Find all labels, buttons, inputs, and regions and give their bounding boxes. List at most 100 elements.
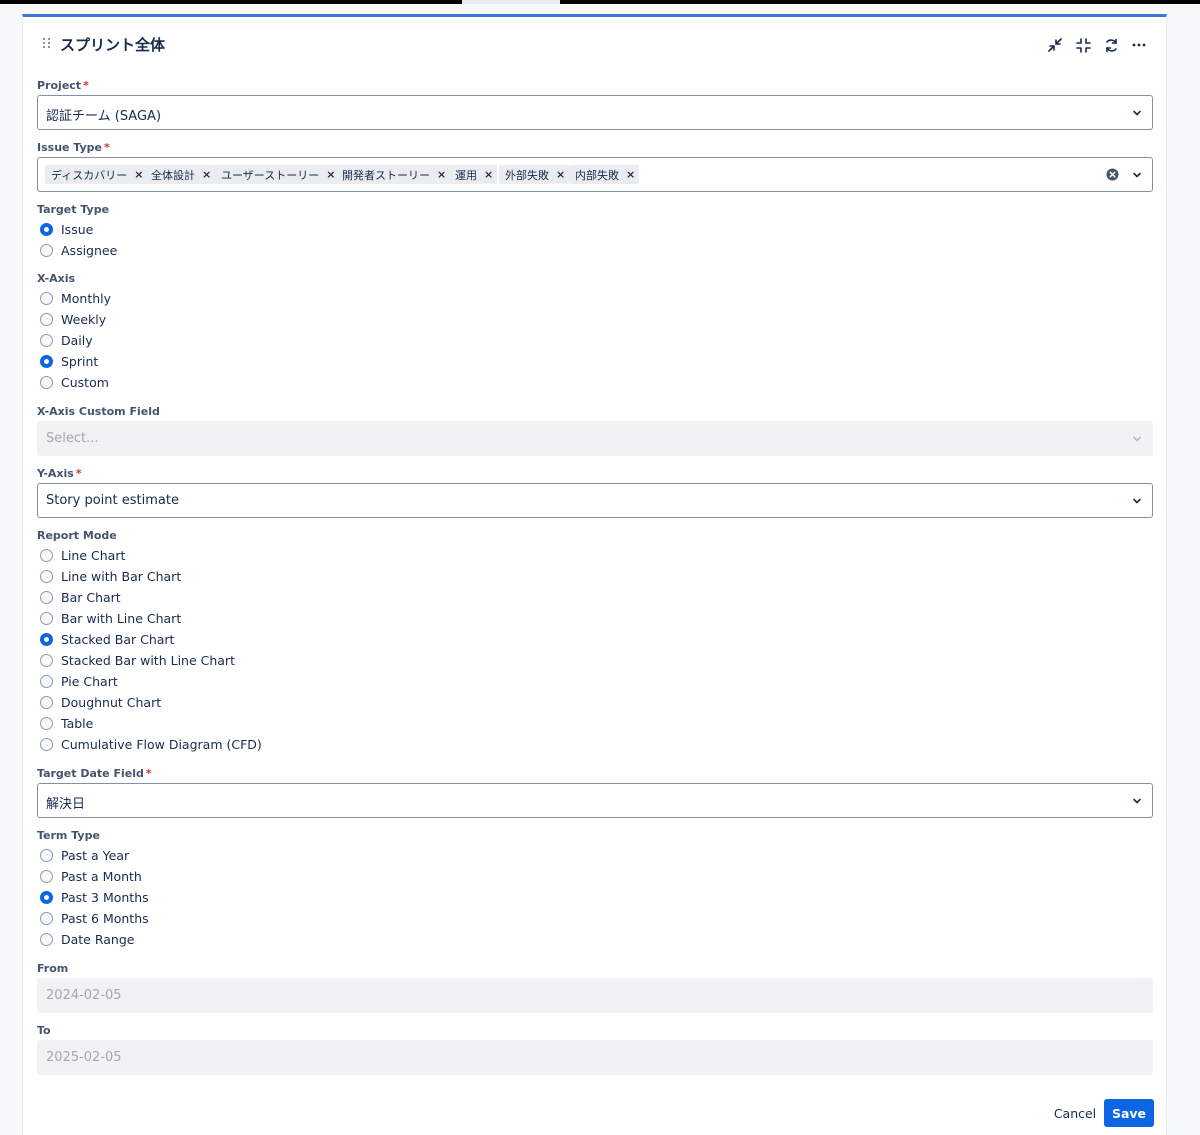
target-type-label: Target Type [37, 203, 110, 216]
issue-type-tag: 開発者ストーリー × [336, 165, 451, 184]
radio-selected-icon [40, 890, 53, 904]
browser-top-bar [0, 0, 1200, 4]
remove-tag-icon[interactable]: × [556, 169, 565, 180]
chevron-down-icon [1133, 498, 1141, 504]
more-icon[interactable] [1130, 36, 1148, 54]
issue-type-tag: ユーザーストーリー × [215, 165, 340, 184]
clear-icon[interactable] [1106, 168, 1119, 181]
radio-icon [40, 590, 53, 604]
radio-icon [40, 548, 53, 562]
target-type-option-assignee[interactable]: Assignee [40, 241, 117, 259]
project-label: Project * [37, 79, 89, 92]
radio-icon [40, 911, 53, 925]
from-date-input: 2024-02-05 [37, 978, 1153, 1013]
x-axis-label: X-Axis [37, 272, 76, 285]
radio-selected-icon [40, 632, 53, 646]
target-date-field-label: Target Date Field * [37, 767, 152, 780]
target-type-option-issue[interactable]: Issue [40, 220, 93, 238]
radio-icon [40, 674, 53, 688]
y-axis-label: Y-Axis * [37, 467, 82, 480]
report-mode-option-table[interactable]: Table [40, 714, 93, 732]
radio-icon [40, 291, 53, 305]
chevron-down-icon [1133, 110, 1141, 116]
issue-type-tag: 運用 × [449, 165, 498, 184]
term-type-option-past-6-months[interactable]: Past 6 Months [40, 909, 149, 927]
x-axis-option-sprint[interactable]: Sprint [40, 352, 98, 370]
browser-tab-indicator [462, 0, 560, 4]
radio-icon [40, 312, 53, 326]
report-mode-option-pie-chart[interactable]: Pie Chart [40, 672, 118, 690]
report-mode-option-cfd[interactable]: Cumulative Flow Diagram (CFD) [40, 735, 262, 753]
cancel-button[interactable]: Cancel [1040, 1099, 1110, 1127]
from-label: From [37, 962, 69, 975]
remove-tag-icon[interactable]: × [626, 169, 635, 180]
remove-tag-icon[interactable]: × [134, 169, 143, 180]
remove-tag-icon[interactable]: × [326, 169, 335, 180]
issue-type-tag: 内部失敗 × [569, 165, 640, 184]
refresh-icon[interactable] [1102, 36, 1120, 54]
issue-type-multiselect[interactable]: ディスカバリー × 全体設計 × ユーザーストーリー × 開発者ストーリー × 運用 × … [37, 157, 1153, 192]
to-date-value: 2025-02-05 [46, 1050, 122, 1065]
radio-icon [40, 932, 53, 946]
report-mode-option-bar-with-line-chart[interactable]: Bar with Line Chart [40, 609, 181, 627]
radio-selected-icon [40, 354, 53, 368]
radio-icon [40, 653, 53, 667]
project-select[interactable]: 認証チーム (SAGA) [37, 95, 1153, 130]
y-axis-select[interactable]: Story point estimate [37, 483, 1153, 518]
term-type-option-past-month[interactable]: Past a Month [40, 867, 142, 885]
term-type-option-date-range[interactable]: Date Range [40, 930, 134, 948]
minimize-icon[interactable] [1074, 36, 1092, 54]
radio-icon [40, 333, 53, 347]
report-mode-option-line-with-bar-chart[interactable]: Line with Bar Chart [40, 567, 181, 585]
issue-type-tag: ディスカバリー × [45, 165, 148, 184]
radio-icon [40, 569, 53, 583]
x-axis-option-custom[interactable]: Custom [40, 373, 109, 391]
chevron-down-icon [1133, 172, 1141, 178]
panel-title: スプリント全体 [60, 36, 166, 54]
x-axis-option-weekly[interactable]: Weekly [40, 310, 106, 328]
radio-icon [40, 695, 53, 709]
target-date-field-select[interactable]: 解決日 [37, 783, 1153, 818]
issue-type-tag: 全体設計 × [145, 165, 216, 184]
save-button[interactable]: Save [1104, 1099, 1154, 1127]
report-mode-option-bar-chart[interactable]: Bar Chart [40, 588, 121, 606]
drag-handle-icon[interactable] [42, 37, 52, 51]
term-type-option-past-3-months[interactable]: Past 3 Months [40, 888, 149, 906]
radio-icon [40, 737, 53, 751]
report-mode-label: Report Mode [37, 529, 117, 542]
report-mode-option-stacked-bar-with-line-chart[interactable]: Stacked Bar with Line Chart [40, 651, 235, 669]
report-mode-option-line-chart[interactable]: Line Chart [40, 546, 125, 564]
term-type-option-past-year[interactable]: Past a Year [40, 846, 129, 864]
to-date-input: 2025-02-05 [37, 1040, 1153, 1075]
report-mode-option-doughnut-chart[interactable]: Doughnut Chart [40, 693, 161, 711]
radio-icon [40, 848, 53, 862]
radio-icon [40, 716, 53, 730]
report-config-panel: スプリント全体 Project * 認証チーム (SAGA) Issue Type… [22, 14, 1167, 1135]
x-axis-custom-field-placeholder: Select... [46, 431, 99, 446]
radio-icon [40, 869, 53, 883]
remove-tag-icon[interactable]: × [437, 169, 446, 180]
x-axis-custom-field-label: X-Axis Custom Field [37, 405, 160, 418]
term-type-label: Term Type [37, 829, 100, 842]
radio-icon [40, 375, 53, 389]
target-date-field-value: 解決日 [46, 797, 86, 812]
issue-type-label: Issue Type * [37, 141, 110, 154]
chevron-down-icon [1133, 436, 1141, 442]
panel-header: スプリント全体 [23, 17, 1166, 67]
remove-tag-icon[interactable]: × [202, 169, 211, 180]
from-date-value: 2024-02-05 [46, 988, 122, 1003]
radio-icon [40, 611, 53, 625]
collapse-arrows-icon[interactable] [1046, 36, 1064, 54]
remove-tag-icon[interactable]: × [484, 169, 493, 180]
radio-icon [40, 243, 53, 257]
chevron-down-icon [1133, 798, 1141, 804]
x-axis-option-daily[interactable]: Daily [40, 331, 93, 349]
x-axis-custom-field-select: Select... [37, 421, 1153, 456]
y-axis-value: Story point estimate [46, 493, 179, 508]
issue-type-tag: 外部失敗 × [499, 165, 570, 184]
project-value: 認証チーム (SAGA) [46, 109, 162, 124]
x-axis-option-monthly[interactable]: Monthly [40, 289, 111, 307]
to-label: To [37, 1024, 51, 1037]
report-mode-option-stacked-bar-chart[interactable]: Stacked Bar Chart [40, 630, 174, 648]
radio-selected-icon [40, 222, 53, 236]
